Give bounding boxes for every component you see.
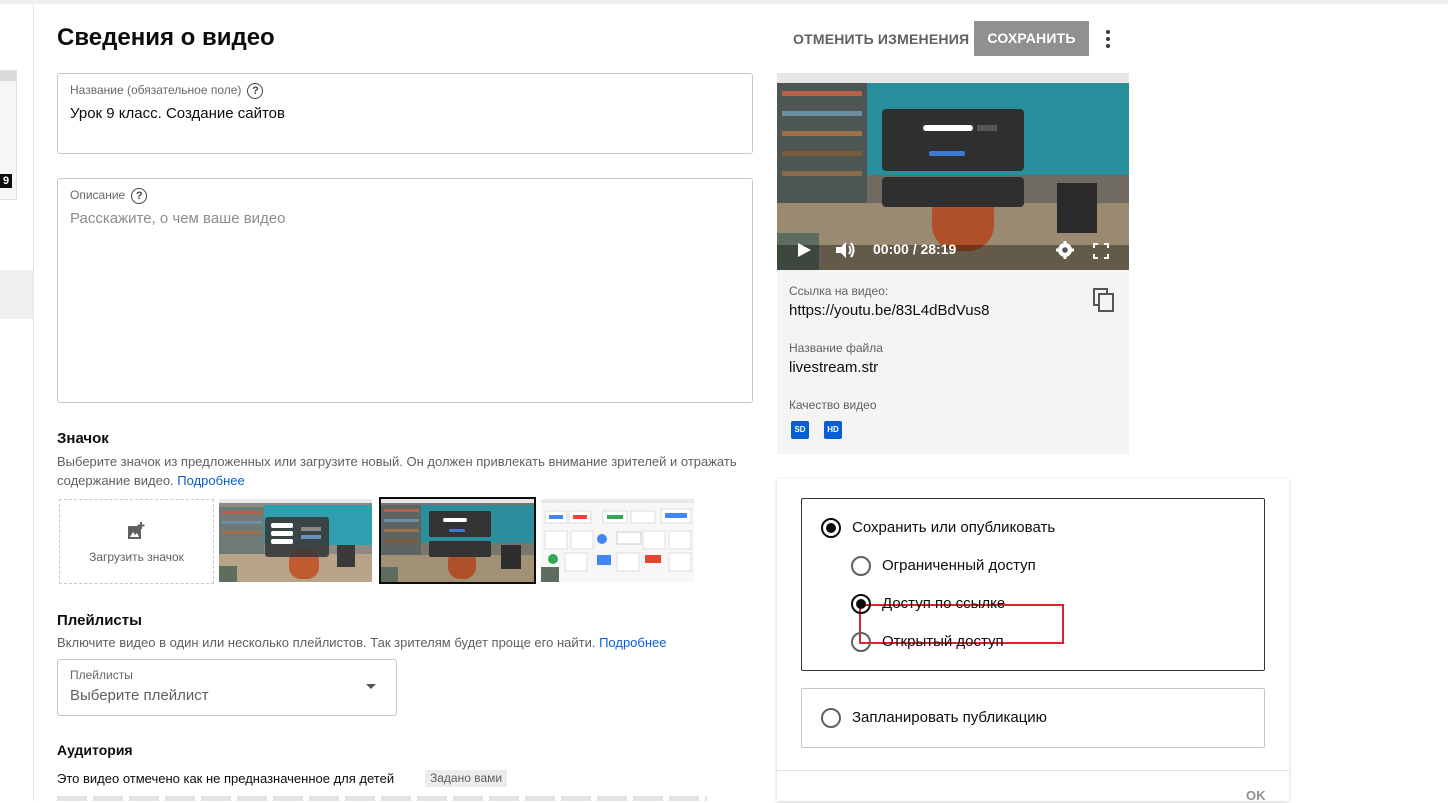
- left-sidebar-rail: 9: [0, 4, 34, 801]
- filename-label: Название файла: [789, 341, 883, 355]
- fullscreen-icon[interactable]: [1093, 243, 1109, 259]
- help-icon[interactable]: ?: [247, 83, 264, 99]
- thumbnail-more-link[interactable]: Подробнее: [177, 473, 244, 488]
- visibility-dialog: Сохранить или опубликовать Ограниченный …: [777, 479, 1289, 803]
- thumbnail-option-2[interactable]: [379, 497, 536, 584]
- title-field[interactable]: Название (обязательное поле)? Урок 9 кла…: [57, 73, 753, 154]
- title-field-label: Название (обязательное поле): [70, 83, 242, 98]
- save-publish-box[interactable]: Сохранить или опубликовать Ограниченный …: [801, 498, 1265, 671]
- settings-gear-icon[interactable]: [1056, 241, 1074, 259]
- save-button[interactable]: СОХРАНИТЬ: [974, 21, 1089, 56]
- description-field-label: Описание: [70, 188, 126, 203]
- sidebar-item-active[interactable]: [0, 270, 33, 319]
- private-radio[interactable]: [851, 556, 871, 576]
- private-label[interactable]: Ограниченный доступ: [882, 557, 1036, 574]
- filename-value: livestream.str: [789, 359, 879, 376]
- upload-thumbnail-button[interactable]: Загрузить значок: [59, 499, 214, 584]
- public-label[interactable]: Открытый доступ: [882, 633, 1004, 650]
- set-by-you-chip: Задано вами: [425, 770, 508, 787]
- quality-badge-hd: HD: [824, 421, 842, 439]
- volume-icon[interactable]: [835, 241, 857, 259]
- playlists-more-link[interactable]: Подробнее: [599, 635, 666, 650]
- dropdown-arrow-icon: [366, 684, 376, 689]
- save-publish-label: Сохранить или опубликовать: [852, 519, 1056, 536]
- top-border: [0, 0, 1448, 4]
- playlist-select[interactable]: Плейлисты Выберите плейлист: [57, 659, 397, 716]
- thumbnail-text-line1: Выберите значок из предложенных или загр…: [57, 454, 737, 469]
- unlisted-radio[interactable]: [851, 594, 871, 614]
- thumbnail-heading: Значок: [57, 430, 109, 447]
- video-link-label: Ссылка на видео:: [789, 284, 889, 298]
- thumbnail-description: Выберите значок из предложенных или загр…: [57, 452, 737, 490]
- title-field-value[interactable]: Урок 9 класс. Создание сайтов: [70, 105, 285, 122]
- help-icon[interactable]: ?: [131, 188, 148, 204]
- playlist-select-label: Плейлисты: [70, 668, 133, 682]
- audience-status: Это видео отмечено как не предназначенно…: [57, 771, 395, 786]
- add-photo-icon: [128, 522, 145, 539]
- video-player[interactable]: 00:00 / 28:19: [777, 73, 1129, 270]
- upload-thumbnail-label: Загрузить значок: [89, 550, 184, 564]
- schedule-box[interactable]: Запланировать публикацию: [801, 688, 1265, 748]
- thumbnail-text-line2: содержание видео. Подробнее: [57, 471, 737, 490]
- audience-heading: Аудитория: [57, 742, 133, 758]
- playlists-heading: Плейлисты: [57, 612, 142, 629]
- copy-icon[interactable]: [1093, 288, 1115, 312]
- video-link[interactable]: https://youtu.be/83L4dBdVus8: [789, 302, 989, 319]
- playlists-description: Включите видео в один или несколько плей…: [57, 633, 667, 652]
- description-field-label-row: Описание?: [70, 188, 148, 204]
- playlists-text: Включите видео в один или несколько плей…: [57, 635, 596, 650]
- schedule-label: Запланировать публикацию: [852, 709, 1047, 726]
- thumbnail-option-1[interactable]: [219, 499, 372, 582]
- quality-badge-sd: SD: [791, 421, 809, 439]
- dialog-divider: [777, 770, 1289, 771]
- page-title: Сведения о видео: [57, 24, 275, 51]
- schedule-radio[interactable]: [821, 708, 841, 728]
- title-field-label-row: Название (обязательное поле)?: [70, 83, 264, 99]
- thumbnail-option-3[interactable]: [541, 499, 694, 582]
- quality-label: Качество видео: [789, 398, 877, 412]
- unlisted-label[interactable]: Доступ по ссылке: [882, 595, 1005, 612]
- video-info-panel: Ссылка на видео: https://youtu.be/83L4dB…: [777, 270, 1129, 454]
- thumbnail-text2: содержание видео.: [57, 473, 174, 488]
- sidebar-badge: 9: [0, 174, 12, 188]
- description-field[interactable]: Описание? Расскажите, о чем ваше видео: [57, 178, 753, 403]
- save-publish-radio[interactable]: [821, 518, 841, 538]
- video-time: 00:00 / 28:19: [873, 241, 957, 257]
- playlist-select-value: Выберите плейлист: [70, 687, 209, 704]
- truncated-text-line: [57, 796, 707, 801]
- description-placeholder[interactable]: Расскажите, о чем ваше видео: [70, 210, 286, 227]
- more-vert-icon[interactable]: [1100, 28, 1116, 50]
- discard-changes-button[interactable]: ОТМЕНИТЬ ИЗМЕНЕНИЯ: [783, 24, 979, 54]
- play-icon[interactable]: [795, 241, 813, 259]
- public-radio[interactable]: [851, 632, 871, 652]
